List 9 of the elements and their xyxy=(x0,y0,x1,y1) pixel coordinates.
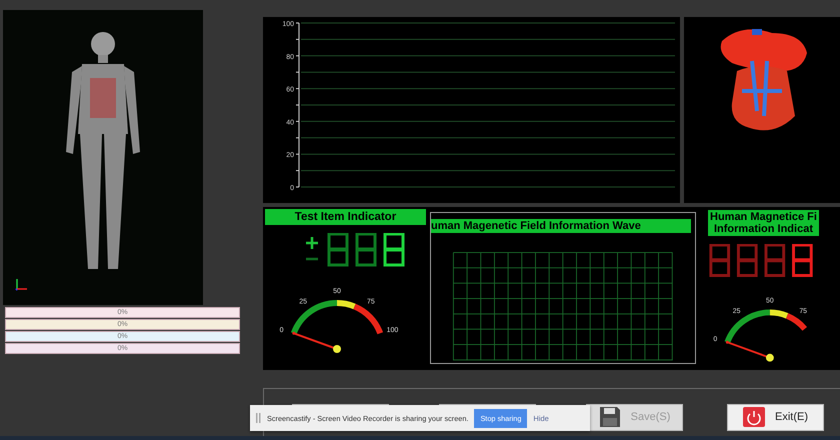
axes-icon xyxy=(15,277,29,291)
panel-title: Test Item Indicator xyxy=(265,209,426,225)
gauge-needle xyxy=(293,332,341,353)
power-icon xyxy=(743,407,765,427)
gauge-needle xyxy=(727,342,774,362)
panel-title: uman Magenetic Field Information Wave xyxy=(431,219,691,233)
grip-icon xyxy=(256,413,261,423)
panel-title: Human Magnetice Fi Information Indicat xyxy=(708,210,819,236)
exit-button[interactable]: Exit(E) xyxy=(727,404,824,430)
